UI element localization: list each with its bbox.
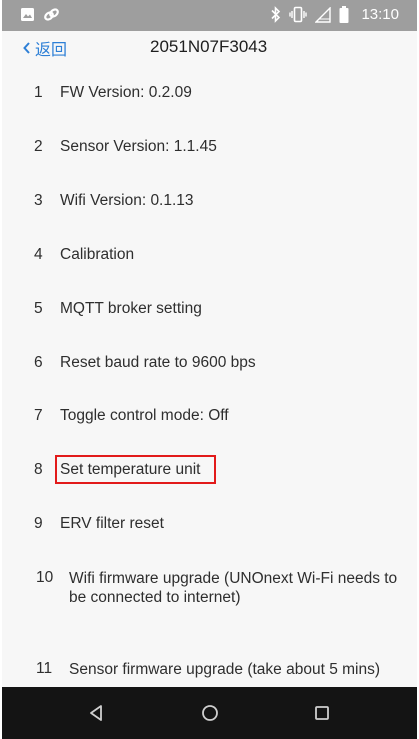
item-number: 7	[34, 407, 43, 424]
nav-home-button[interactable]	[198, 701, 222, 725]
item-number: 1	[34, 84, 43, 101]
recents-square-icon	[315, 706, 329, 720]
nav-recents-button[interactable]	[310, 701, 334, 725]
item-label: MQTT broker setting	[60, 300, 202, 317]
nav-back-button[interactable]	[84, 701, 108, 725]
item-label: Sensor firmware upgrade (take about 5 mi…	[69, 661, 381, 678]
item-number: 9	[34, 515, 43, 532]
image-icon	[21, 8, 34, 21]
item-label: Wifi Version: 0.1.13	[60, 192, 194, 209]
item-label: Sensor Version: 1.1.45	[60, 138, 217, 155]
item-label: ERV filter reset	[60, 515, 164, 532]
item-label: FW Version: 0.2.09	[60, 84, 192, 101]
item-label: Reset baud rate to 9600 bps	[60, 354, 256, 371]
item-number: 6	[34, 354, 43, 371]
item-number: 3	[34, 192, 43, 209]
header: 返回 2051N07F3043	[2, 31, 417, 67]
home-circle-icon	[202, 705, 218, 721]
item-label: Calibration	[60, 246, 135, 263]
link-icon	[44, 8, 59, 21]
item-number: 5	[34, 300, 43, 317]
bluetooth-icon	[271, 6, 281, 23]
back-label: 返回	[35, 42, 68, 59]
item-number: 8	[34, 461, 43, 478]
back-triangle-icon	[90, 705, 102, 721]
status-bar: 13:10	[2, 0, 417, 31]
app-frame: 13:10 返回 2051N07F3043 1 FW Version: 0.2.…	[2, 0, 417, 739]
item-label: Set temperature unit	[60, 461, 201, 478]
item-label: Toggle control mode: Off	[60, 407, 229, 424]
item-label: Wifi firmware upgrade (UNOnext Wi-Fi nee…	[69, 570, 398, 606]
battery-icon	[339, 6, 349, 23]
back-button[interactable]: 返回	[22, 36, 67, 60]
item-number: 4	[34, 246, 43, 263]
page-title: 2051N07F3043	[150, 37, 268, 56]
vibrate-icon	[289, 6, 308, 23]
item-number: 2	[34, 138, 43, 155]
chevron-left-icon	[23, 42, 30, 54]
item-number: 10	[36, 569, 54, 586]
item-number: 11	[36, 660, 53, 677]
status-time: 13:10	[361, 6, 399, 23]
signal-off-icon	[315, 6, 332, 23]
navigation-bar	[2, 687, 417, 739]
